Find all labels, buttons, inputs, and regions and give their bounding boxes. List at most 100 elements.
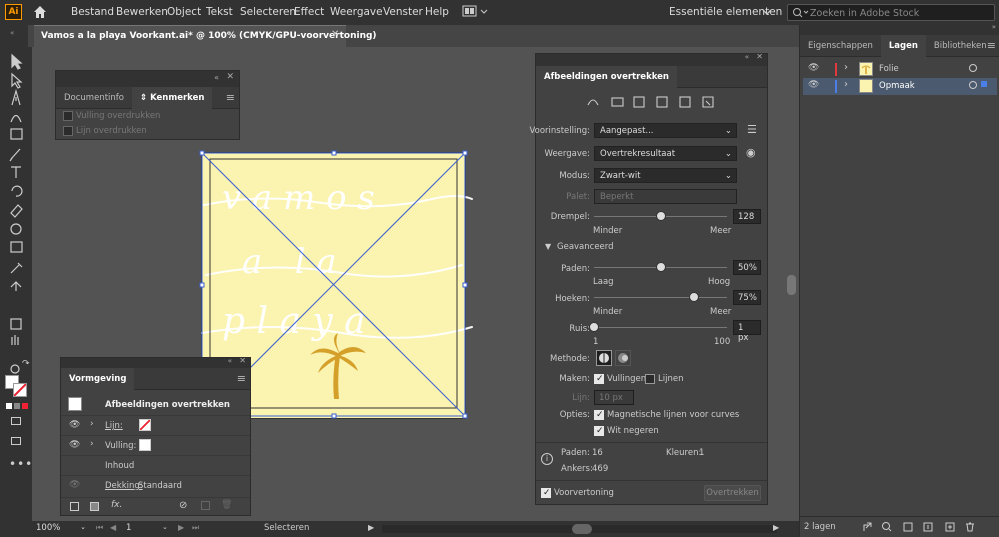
- eye-icon[interactable]: 👁: [69, 480, 80, 490]
- menu-tekst[interactable]: Tekst: [206, 6, 233, 18]
- trash-icon[interactable]: 🗑: [221, 500, 232, 510]
- ignore-white-checkbox[interactable]: [594, 426, 604, 436]
- collapse-icon[interactable]: «: [745, 53, 749, 61]
- corners-slider[interactable]: [594, 297, 727, 298]
- panel-menu-icon[interactable]: ≡: [226, 91, 235, 104]
- layer-name[interactable]: Folie: [879, 64, 899, 74]
- paths-knob[interactable]: [655, 262, 666, 272]
- target-circle-icon[interactable]: [969, 64, 977, 72]
- triangle-down-icon[interactable]: ▼: [545, 242, 551, 251]
- close-panel-icon[interactable]: ✕: [226, 72, 234, 82]
- target-circle-icon[interactable]: [969, 81, 977, 89]
- layers-panel-header[interactable]: »: [800, 23, 999, 35]
- tab-eigenschappen[interactable]: Eigenschappen: [800, 35, 881, 57]
- eye-icon[interactable]: 👁: [69, 440, 80, 450]
- fill-row[interactable]: 👁 › Vulling:: [61, 435, 250, 455]
- close-panel-icon[interactable]: ✕: [756, 52, 763, 61]
- first-artboard-icon[interactable]: ⏮: [96, 523, 103, 533]
- trace-button[interactable]: Overtrekken: [704, 485, 761, 501]
- fill-swatch[interactable]: [139, 439, 151, 451]
- home-icon[interactable]: [32, 4, 48, 20]
- duplicate-item-icon[interactable]: [201, 501, 210, 510]
- prev-artboard-icon[interactable]: ◀: [110, 523, 116, 532]
- chevron-down-icon[interactable]: [762, 8, 772, 16]
- chevron-right-icon[interactable]: ›: [844, 62, 848, 73]
- menu-help[interactable]: Help: [425, 6, 449, 18]
- opacity-row[interactable]: 👁 Dekking: Standaard: [61, 475, 250, 495]
- tab-kenmerken[interactable]: ⇕ Kenmerken: [131, 87, 213, 109]
- collapse-icon[interactable]: «: [214, 73, 219, 82]
- status-menu-arrow-icon[interactable]: ▶: [368, 523, 374, 532]
- artboard-number[interactable]: 1: [126, 523, 131, 533]
- mode-select[interactable]: Zwart-wit ⌄: [594, 168, 737, 183]
- menu-selecteren[interactable]: Selecteren: [240, 6, 296, 18]
- noise-slider[interactable]: [594, 327, 727, 328]
- noise-value[interactable]: 1 px: [733, 320, 761, 343]
- add-fill-icon[interactable]: [90, 502, 99, 511]
- menu-bestand[interactable]: Bestand: [71, 6, 114, 18]
- vertical-scrollbar-thumb[interactable]: [787, 275, 796, 295]
- corners-knob[interactable]: [688, 292, 699, 302]
- menu-bewerken[interactable]: Bewerken: [116, 6, 168, 18]
- chevron-right-icon[interactable]: ›: [844, 79, 848, 90]
- layer-row[interactable]: 👁 › Folie: [803, 61, 997, 78]
- method-overlapping-button[interactable]: [615, 350, 631, 366]
- stroke-swatch[interactable]: [139, 419, 151, 431]
- overprint-stroke-checkbox[interactable]: [63, 126, 73, 136]
- screen-mode-icon[interactable]: [11, 437, 21, 445]
- zoom-select[interactable]: 100% ⌄: [36, 523, 88, 535]
- panel-menu-icon[interactable]: ≡: [987, 39, 996, 52]
- menu-weergave[interactable]: Weergave: [330, 6, 383, 18]
- strokes-checkbox[interactable]: [645, 374, 655, 384]
- preset-menu-icon[interactable]: ☰: [747, 123, 757, 136]
- horizontal-scrollbar-thumb[interactable]: [572, 524, 592, 534]
- eye-icon[interactable]: ◉: [746, 146, 756, 159]
- menu-object[interactable]: Object: [167, 6, 201, 18]
- document-tab[interactable]: Vamos a la playa Voorkant.ai* @ 100% (CM…: [34, 25, 377, 47]
- image-trace-header[interactable]: « ✕: [536, 52, 767, 66]
- swap-colors-icon[interactable]: ↷: [22, 359, 30, 369]
- close-panel-icon[interactable]: ✕: [239, 356, 246, 365]
- selection-indicator[interactable]: [981, 81, 987, 87]
- tab-image-trace[interactable]: Afbeeldingen overtrekken: [536, 66, 677, 88]
- tab-bibliotheken[interactable]: Bibliotheken: [926, 35, 995, 57]
- close-tab-icon[interactable]: ✕: [331, 29, 339, 40]
- attributes-panel-header[interactable]: « ✕: [56, 71, 239, 87]
- menu-venster[interactable]: Venster: [383, 6, 423, 18]
- clear-appearance-icon[interactable]: ⊘: [179, 500, 187, 511]
- chevron-down-icon[interactable]: ⌄: [162, 523, 168, 531]
- chevron-right-icon[interactable]: ›: [90, 419, 94, 429]
- fx-icon[interactable]: fx.: [111, 500, 122, 510]
- threshold-value[interactable]: 128: [733, 209, 761, 224]
- eye-icon[interactable]: 👁: [808, 80, 819, 90]
- tab-documentinfo[interactable]: Documentinfo: [56, 87, 132, 109]
- view-select[interactable]: Overtrekresultaat ⌄: [594, 146, 737, 161]
- color-mode-buttons[interactable]: [6, 403, 28, 409]
- layer-row-selected[interactable]: 👁 › Opmaak: [803, 78, 997, 95]
- preset-select[interactable]: Aangepast... ⌄: [594, 123, 737, 138]
- add-stroke-icon[interactable]: [70, 502, 79, 511]
- overprint-fill-checkbox[interactable]: [63, 111, 73, 121]
- next-artboard-icon[interactable]: ▶: [178, 523, 184, 532]
- collapse-icon[interactable]: »: [992, 23, 996, 31]
- panel-menu-icon[interactable]: ≡: [237, 372, 246, 385]
- fills-checkbox[interactable]: [594, 374, 604, 384]
- more-tools-icon[interactable]: •••: [9, 457, 33, 471]
- tab-lagen[interactable]: Lagen: [880, 35, 926, 57]
- threshold-knob[interactable]: [655, 211, 666, 221]
- appearance-panel-header[interactable]: « ✕: [61, 356, 250, 368]
- stroke-swatch[interactable]: [13, 383, 27, 397]
- stroke-row[interactable]: 👁 › Lijn:: [61, 415, 250, 435]
- advanced-toggle[interactable]: Geavanceerd: [557, 242, 614, 252]
- method-abutting-button[interactable]: [596, 350, 612, 366]
- collapse-icon[interactable]: «: [228, 357, 232, 365]
- scroll-right-icon[interactable]: ▶: [773, 523, 779, 532]
- stock-search-box[interactable]: Zoeken in Adobe Stock: [787, 4, 995, 21]
- noise-knob[interactable]: [589, 322, 599, 332]
- snap-curves-checkbox[interactable]: [594, 410, 604, 420]
- eye-icon[interactable]: 👁: [69, 420, 80, 430]
- draw-mode-icon[interactable]: [11, 417, 21, 425]
- preview-checkbox[interactable]: [541, 488, 551, 498]
- layer-name[interactable]: Opmaak: [879, 81, 915, 91]
- corners-value[interactable]: 75%: [733, 290, 761, 305]
